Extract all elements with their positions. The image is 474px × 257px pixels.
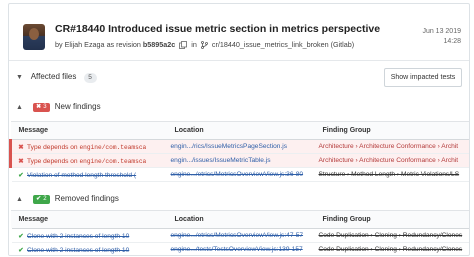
removed-findings-toggle[interactable]: ▲ ✔ 2 Removed findings (16, 194, 119, 204)
author-avatar (23, 24, 45, 50)
new-findings-badge: ✖ 3 (33, 103, 50, 112)
finding-message[interactable]: ✔ Clone with 2 instances of length 10 (9, 228, 167, 243)
table-row[interactable]: ✔ Clone with 2 instances of length 10 eng… (9, 228, 469, 243)
finding-location[interactable]: engine.../tests/TestsOverviewView.js:139… (166, 242, 315, 255)
show-impacted-tests-button[interactable]: Show impacted tests (384, 68, 462, 87)
removed-findings-badge: ✔ 2 (33, 195, 50, 204)
finding-location[interactable]: engin.../issues/IssueMetricTable.js (166, 153, 315, 168)
branch-icon (201, 41, 208, 49)
table-row[interactable]: ✔ Violation of method length threshold ( … (9, 167, 469, 182)
finding-group: Code Duplication › Cloning › Redundancy/… (314, 228, 469, 243)
commit-title: CR#18440 Introduced issue metric section… (55, 23, 381, 35)
new-findings-table: Message Location Finding Group ✖ Type dep… (9, 121, 469, 182)
finding-group: Architecture › Architecture Conformance … (314, 139, 469, 154)
finding-location[interactable]: engine.../etrics/MetricsOverviewView.js:… (166, 167, 315, 182)
affected-files-toggle[interactable]: ▼ Affected files 5 (16, 72, 97, 83)
table-header-row: Message Location Finding Group (10, 121, 469, 140)
table-row[interactable]: ✖ Type depends on engine/com.teamsca engi… (9, 139, 469, 154)
column-header-location[interactable]: Location (166, 210, 315, 229)
finding-message[interactable]: ✖ Type depends on engine/com.teamsca (9, 139, 167, 154)
commit-header: CR#18440 Introduced issue metric section… (9, 4, 469, 61)
commit-date: Jun 13 2019 14:28 (422, 27, 461, 47)
finding-group: Structure › Method Length › Metric Viola… (314, 167, 469, 182)
error-icon: ✖ (18, 143, 24, 151)
finding-location[interactable]: engine.../etrics/MetricsOverviewView.js:… (166, 228, 315, 243)
author-name[interactable]: Elijah Ezaga (65, 40, 105, 49)
column-header-message[interactable]: Message (10, 210, 167, 229)
revision-label: as revision (106, 40, 141, 49)
table-row[interactable]: ✖ Type depends on engine/com.teamsca engi… (9, 153, 469, 168)
new-findings-toggle[interactable]: ▲ ✖ 3 New findings (16, 102, 101, 112)
affected-files-count: 5 (83, 73, 97, 83)
table-row[interactable]: ✔ Clone with 2 instances of length 10 eng… (9, 242, 469, 255)
column-header-finding-group[interactable]: Finding Group (314, 210, 469, 229)
error-icon: ✖ (18, 157, 24, 165)
chevron-down-icon: ▼ (16, 74, 23, 81)
new-findings-count: 3 (43, 104, 47, 110)
finding-message[interactable]: ✔ Violation of method length threshold ( (9, 167, 167, 182)
finding-group: Code Duplication › Cloning › Redundancy/… (314, 242, 469, 255)
branch-name[interactable]: cr/18440_issue_metrics_link_broken (Gitl… (212, 40, 354, 49)
commit-date-time: 14:28 (443, 38, 461, 45)
check-icon: ✔ (18, 232, 24, 240)
revision-id[interactable]: b5895a2c (143, 40, 175, 49)
affected-files-label: Affected files (30, 72, 77, 81)
chevron-up-icon: ▲ (16, 196, 23, 203)
table-header-row: Message Location Finding Group (10, 210, 469, 229)
by-label: by (55, 40, 63, 49)
check-icon: ✔ (18, 171, 24, 179)
removed-findings-table: Message Location Finding Group ✔ Clone wi… (9, 210, 469, 255)
commit-byline: by Elijah Ezaga as revision b5895a2c in … (55, 40, 354, 49)
finding-message[interactable]: ✔ Clone with 2 instances of length 10 (9, 242, 167, 255)
chevron-up-icon: ▲ (16, 104, 23, 111)
check-icon: ✔ (18, 246, 24, 254)
column-header-message[interactable]: Message (10, 121, 167, 140)
finding-message[interactable]: ✖ Type depends on engine/com.teamsca (9, 153, 167, 168)
removed-findings-title: Removed findings (54, 194, 119, 203)
removed-findings-count: 2 (43, 196, 47, 202)
commit-card: CR#18440 Introduced issue metric section… (8, 3, 470, 256)
in-label: in (191, 40, 197, 49)
column-header-location[interactable]: Location (166, 121, 315, 140)
copy-icon[interactable] (179, 41, 188, 49)
new-findings-title: New findings (54, 102, 101, 111)
commit-date-day: Jun 13 2019 (422, 28, 461, 35)
finding-group: Architecture › Architecture Conformance … (314, 153, 469, 168)
finding-location[interactable]: engin.../rics/IssueMetricsPageSection.js (166, 139, 315, 154)
column-header-finding-group[interactable]: Finding Group (314, 121, 469, 140)
